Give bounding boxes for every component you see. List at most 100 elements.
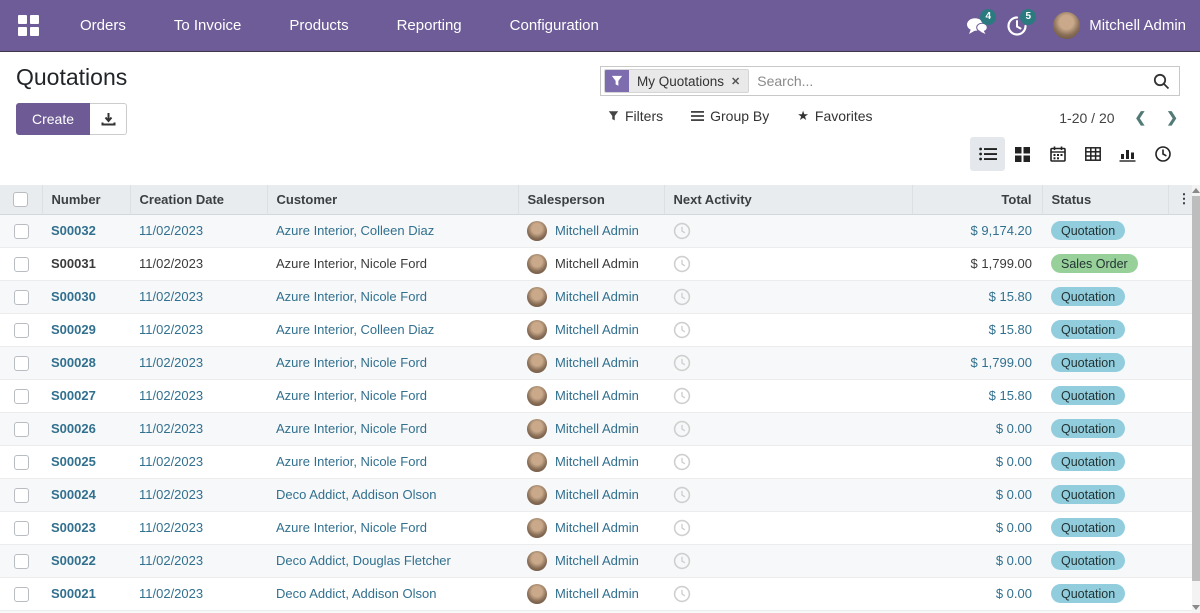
activities-button[interactable]: 5 bbox=[997, 0, 1037, 52]
schedule-activity-clock-icon[interactable] bbox=[673, 453, 691, 471]
view-kanban-button[interactable] bbox=[1005, 137, 1040, 171]
row-checkbox[interactable] bbox=[14, 521, 29, 536]
schedule-activity-clock-icon[interactable] bbox=[673, 288, 691, 306]
apps-menu-icon[interactable] bbox=[0, 0, 56, 51]
schedule-activity-clock-icon[interactable] bbox=[673, 585, 691, 603]
row-total: $ 9,174.20 bbox=[971, 223, 1032, 238]
row-checkbox[interactable] bbox=[14, 224, 29, 239]
schedule-activity-clock-icon[interactable] bbox=[673, 420, 691, 438]
scrollbar-thumb[interactable] bbox=[1192, 196, 1200, 581]
row-customer: Azure Interior, Nicole Ford bbox=[276, 289, 427, 304]
messages-button[interactable]: 4 bbox=[957, 0, 997, 52]
vertical-scrollbar[interactable] bbox=[1192, 185, 1200, 613]
schedule-activity-clock-icon[interactable] bbox=[673, 255, 691, 273]
filters-button[interactable]: Filters bbox=[608, 108, 663, 124]
row-checkbox[interactable] bbox=[14, 422, 29, 437]
schedule-activity-clock-icon[interactable] bbox=[673, 519, 691, 537]
column-header-salesperson[interactable]: Salesperson bbox=[518, 185, 664, 214]
column-header-next-activity[interactable]: Next Activity bbox=[664, 185, 912, 214]
view-list-button[interactable] bbox=[970, 137, 1005, 171]
search-options: Filters Group By ★ Favorites bbox=[608, 108, 873, 124]
schedule-activity-clock-icon[interactable] bbox=[673, 222, 691, 240]
pager-next-icon[interactable]: ❯ bbox=[1166, 109, 1178, 126]
row-salesperson: Mitchell Admin bbox=[555, 355, 639, 370]
row-creation-date: 11/02/2023 bbox=[139, 256, 203, 271]
facet-close-icon[interactable]: ✕ bbox=[731, 75, 740, 88]
row-creation-date: 11/02/2023 bbox=[139, 520, 203, 535]
schedule-activity-clock-icon[interactable] bbox=[673, 552, 691, 570]
table-row[interactable]: S00023 11/02/2023 Azure Interior, Nicole… bbox=[0, 511, 1192, 544]
table-row[interactable]: S00028 11/02/2023 Azure Interior, Nicole… bbox=[0, 346, 1192, 379]
row-creation-date: 11/02/2023 bbox=[139, 421, 203, 436]
table-row[interactable]: S00026 11/02/2023 Azure Interior, Nicole… bbox=[0, 412, 1192, 445]
view-graph-button[interactable] bbox=[1110, 137, 1145, 171]
row-checkbox[interactable] bbox=[14, 257, 29, 272]
create-button[interactable]: Create bbox=[16, 103, 90, 135]
row-creation-date: 11/02/2023 bbox=[139, 553, 203, 568]
column-header-total[interactable]: Total bbox=[912, 185, 1042, 214]
export-button[interactable] bbox=[90, 103, 127, 135]
row-checkbox[interactable] bbox=[14, 455, 29, 470]
table-row[interactable]: S00030 11/02/2023 Azure Interior, Nicole… bbox=[0, 280, 1192, 313]
schedule-activity-clock-icon[interactable] bbox=[673, 354, 691, 372]
table-row[interactable]: S00029 11/02/2023 Azure Interior, Collee… bbox=[0, 313, 1192, 346]
view-pivot-button[interactable] bbox=[1075, 137, 1110, 171]
status-badge: Quotation bbox=[1051, 584, 1125, 603]
column-header-creation-date[interactable]: Creation Date bbox=[130, 185, 267, 214]
row-checkbox[interactable] bbox=[14, 554, 29, 569]
nav-menu-orders[interactable]: Orders bbox=[56, 0, 150, 51]
search-input[interactable] bbox=[749, 73, 1153, 89]
row-customer: Deco Addict, Douglas Fletcher bbox=[276, 553, 451, 568]
favorites-star-icon: ★ bbox=[797, 108, 809, 124]
row-customer: Deco Addict, Addison Olson bbox=[276, 487, 436, 502]
favorites-button[interactable]: ★ Favorites bbox=[797, 108, 872, 124]
row-checkbox[interactable] bbox=[14, 356, 29, 371]
column-header-number[interactable]: Number bbox=[42, 185, 130, 214]
select-all-checkbox[interactable] bbox=[13, 192, 28, 207]
row-checkbox[interactable] bbox=[14, 488, 29, 503]
row-salesperson: Mitchell Admin bbox=[555, 586, 639, 601]
row-salesperson: Mitchell Admin bbox=[555, 553, 639, 568]
table-row[interactable]: S00021 11/02/2023 Deco Addict, Addison O… bbox=[0, 577, 1192, 610]
search-facet[interactable]: My Quotations ✕ bbox=[604, 69, 749, 93]
nav-menu-reporting[interactable]: Reporting bbox=[373, 0, 486, 51]
optional-columns-icon[interactable]: ⋮ bbox=[1178, 191, 1191, 206]
table-row[interactable]: S00024 11/02/2023 Deco Addict, Addison O… bbox=[0, 478, 1192, 511]
top-navbar: OrdersTo InvoiceProductsReportingConfigu… bbox=[0, 0, 1200, 52]
salesperson-avatar bbox=[527, 386, 547, 406]
nav-menu-to-invoice[interactable]: To Invoice bbox=[150, 0, 266, 51]
nav-menu-products[interactable]: Products bbox=[265, 0, 372, 51]
schedule-activity-clock-icon[interactable] bbox=[673, 486, 691, 504]
row-customer: Azure Interior, Nicole Ford bbox=[276, 256, 427, 271]
pivot-view-icon bbox=[1085, 147, 1101, 161]
group-by-button[interactable]: Group By bbox=[691, 108, 769, 124]
schedule-activity-clock-icon[interactable] bbox=[673, 387, 691, 405]
view-calendar-button[interactable] bbox=[1040, 137, 1075, 171]
schedule-activity-clock-icon[interactable] bbox=[673, 321, 691, 339]
table-row[interactable]: S00027 11/02/2023 Azure Interior, Nicole… bbox=[0, 379, 1192, 412]
row-checkbox[interactable] bbox=[14, 587, 29, 602]
row-number: S00028 bbox=[51, 355, 96, 370]
row-checkbox[interactable] bbox=[14, 389, 29, 404]
pager-previous-icon[interactable]: ❮ bbox=[1135, 109, 1147, 126]
view-activity-button[interactable] bbox=[1145, 137, 1180, 171]
column-header-customer[interactable]: Customer bbox=[267, 185, 518, 214]
table-header-row: Number Creation Date Customer Salesperso… bbox=[0, 185, 1192, 214]
table-row[interactable]: S00022 11/02/2023 Deco Addict, Douglas F… bbox=[0, 544, 1192, 577]
table-row[interactable]: S00025 11/02/2023 Azure Interior, Nicole… bbox=[0, 445, 1192, 478]
row-checkbox[interactable] bbox=[14, 323, 29, 338]
user-menu[interactable]: Mitchell Admin bbox=[1053, 12, 1186, 39]
status-badge: Quotation bbox=[1051, 551, 1125, 570]
control-panel: Quotations Create My Quotations ✕ bbox=[0, 52, 1200, 185]
scroll-up-icon[interactable] bbox=[1192, 188, 1200, 193]
row-number: S00030 bbox=[51, 289, 96, 304]
table-row[interactable]: S00031 11/02/2023 Azure Interior, Nicole… bbox=[0, 247, 1192, 280]
table-row[interactable]: S00032 11/02/2023 Azure Interior, Collee… bbox=[0, 214, 1192, 247]
row-customer: Deco Addict, Addison Olson bbox=[276, 586, 436, 601]
salesperson-avatar bbox=[527, 485, 547, 505]
search-icon[interactable] bbox=[1153, 73, 1170, 90]
column-header-status[interactable]: Status bbox=[1042, 185, 1168, 214]
row-checkbox[interactable] bbox=[14, 290, 29, 305]
scroll-down-icon[interactable] bbox=[1192, 605, 1200, 610]
nav-menu-configuration[interactable]: Configuration bbox=[486, 0, 623, 51]
